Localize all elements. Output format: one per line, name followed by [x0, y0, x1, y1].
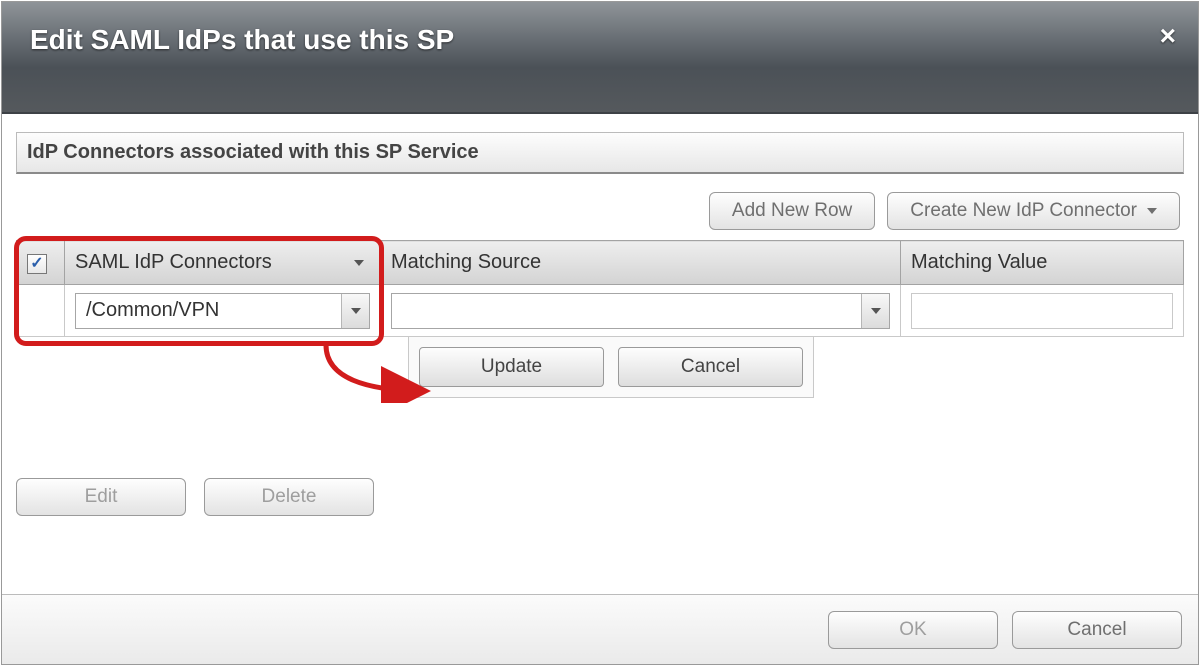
chevron-down-icon	[351, 308, 361, 314]
cancel-row-button[interactable]: Cancel	[618, 347, 803, 387]
row-actions: Update Cancel	[408, 337, 814, 398]
column-header-matching-source-label: Matching Source	[391, 251, 541, 273]
close-icon[interactable]: ×	[1160, 20, 1176, 52]
ok-button[interactable]: OK	[828, 611, 998, 649]
create-new-idp-connector-button[interactable]: Create New IdP Connector	[887, 192, 1180, 230]
select-all-checkbox[interactable]	[27, 254, 47, 274]
dialog-title: Edit SAML IdPs that use this SP	[30, 24, 454, 56]
delete-button[interactable]: Delete	[204, 478, 374, 516]
checkbox-header	[17, 241, 65, 285]
row-checkbox-cell	[17, 285, 65, 337]
bottom-toolbar: Edit Delete	[16, 478, 1184, 516]
column-header-matching-source[interactable]: Matching Source	[381, 241, 901, 285]
column-header-matching-value[interactable]: Matching Value	[901, 241, 1184, 285]
column-header-connectors[interactable]: SAML IdP Connectors	[65, 241, 381, 285]
idp-connector-select[interactable]: /Common/VPN	[75, 293, 370, 329]
update-button[interactable]: Update	[419, 347, 604, 387]
cancel-button[interactable]: Cancel	[1012, 611, 1182, 649]
chevron-down-icon	[1147, 208, 1157, 214]
matching-value-input[interactable]	[911, 293, 1173, 329]
table-row: /Common/VPN	[17, 285, 1184, 337]
column-header-matching-value-label: Matching Value	[911, 251, 1047, 273]
row-connector-cell: /Common/VPN	[65, 285, 381, 337]
add-new-row-label: Add New Row	[732, 200, 852, 222]
idp-connector-value: /Common/VPN	[76, 299, 341, 322]
chevron-down-icon	[354, 260, 364, 266]
create-new-idp-connector-label: Create New IdP Connector	[910, 200, 1137, 222]
cancel-button-label: Cancel	[1067, 619, 1126, 641]
dialog-titlebar: Edit SAML IdPs that use this SP ×	[2, 2, 1198, 114]
grid-header-row: SAML IdP Connectors Matching Source Matc…	[17, 241, 1184, 285]
chevron-down-icon	[871, 308, 881, 314]
add-new-row-button[interactable]: Add New Row	[709, 192, 875, 230]
matching-source-select[interactable]	[391, 293, 890, 329]
ok-button-label: OK	[899, 619, 926, 641]
row-matching-source-cell	[381, 285, 901, 337]
edit-button[interactable]: Edit	[16, 478, 186, 516]
column-header-connectors-label: SAML IdP Connectors	[75, 251, 272, 274]
dialog-footer: OK Cancel	[2, 594, 1198, 664]
edit-button-label: Edit	[85, 486, 118, 508]
matching-source-dropdown-button[interactable]	[861, 294, 889, 328]
row-matching-value-cell	[901, 285, 1184, 337]
dialog-content: IdP Connectors associated with this SP S…	[2, 114, 1198, 594]
grid: SAML IdP Connectors Matching Source Matc…	[16, 240, 1184, 398]
dialog: Edit SAML IdPs that use this SP × IdP Co…	[1, 1, 1199, 665]
panel-title: IdP Connectors associated with this SP S…	[16, 132, 1184, 174]
toolbar: Add New Row Create New IdP Connector	[16, 192, 1184, 230]
delete-button-label: Delete	[262, 486, 317, 508]
idp-connector-dropdown-button[interactable]	[341, 294, 369, 328]
